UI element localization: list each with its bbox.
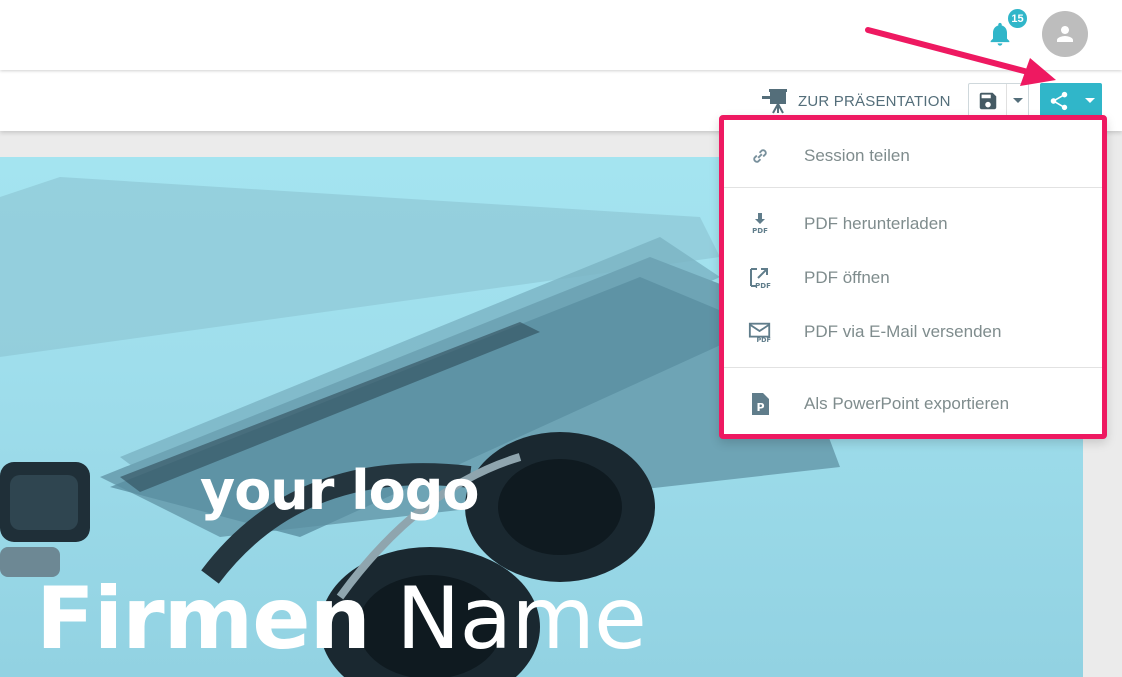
- menu-item-label: PDF via E-Mail versenden: [804, 322, 1002, 341]
- menu-item-pdf-open[interactable]: PDF PDF öffnen: [724, 253, 1102, 303]
- caret-down-icon: [1012, 97, 1023, 103]
- svg-text:PDF: PDF: [752, 227, 768, 235]
- menu-item-pdf-download[interactable]: PDF PDF herunterladen: [724, 199, 1102, 249]
- link-icon: [748, 144, 772, 168]
- share-dropdown-caret[interactable]: [1078, 97, 1102, 104]
- svg-text:PDF: PDF: [755, 282, 771, 290]
- present-button[interactable]: ZUR PRÄSENTATION: [760, 86, 951, 116]
- projector-screen-icon: [762, 89, 787, 114]
- present-button-label: ZUR PRÄSENTATION: [798, 92, 951, 110]
- company-name-bold: Firmen: [36, 569, 371, 669]
- floppy-disk-icon: [979, 92, 996, 109]
- share-dropdown-menu: Session teilen PDF PDF herunterladen PDF…: [719, 115, 1107, 439]
- menu-item-label: PDF herunterladen: [804, 214, 948, 233]
- menu-divider: [724, 367, 1102, 368]
- share-icon: [1050, 91, 1068, 110]
- svg-text:PDF: PDF: [756, 336, 771, 344]
- powerpoint-icon: P: [748, 392, 772, 416]
- menu-divider: [724, 187, 1102, 188]
- svg-text:P: P: [756, 401, 764, 414]
- annotation-arrow-icon: [865, 27, 1056, 86]
- company-name-light: Name: [396, 569, 647, 669]
- pdf-open-icon: PDF: [748, 266, 772, 290]
- pdf-mail-icon: PDF: [748, 320, 772, 344]
- menu-item-label: Als PowerPoint exportieren: [804, 394, 1010, 413]
- menu-item-label: PDF öffnen: [804, 268, 890, 287]
- menu-item-pdf-email[interactable]: PDF PDF via E-Mail versenden: [724, 307, 1102, 357]
- slide-company-name: Firmen Name: [36, 569, 647, 669]
- menu-item-label: Session teilen: [804, 146, 910, 165]
- save-dropdown-caret[interactable]: [1007, 97, 1028, 104]
- caret-down-icon: [1085, 97, 1095, 103]
- menu-item-powerpoint-export[interactable]: P Als PowerPoint exportieren: [724, 379, 1102, 429]
- menu-item-share-session[interactable]: Session teilen: [724, 131, 1102, 181]
- pdf-download-icon: PDF: [748, 212, 772, 236]
- slide-logo-placeholder: your logo: [200, 459, 480, 522]
